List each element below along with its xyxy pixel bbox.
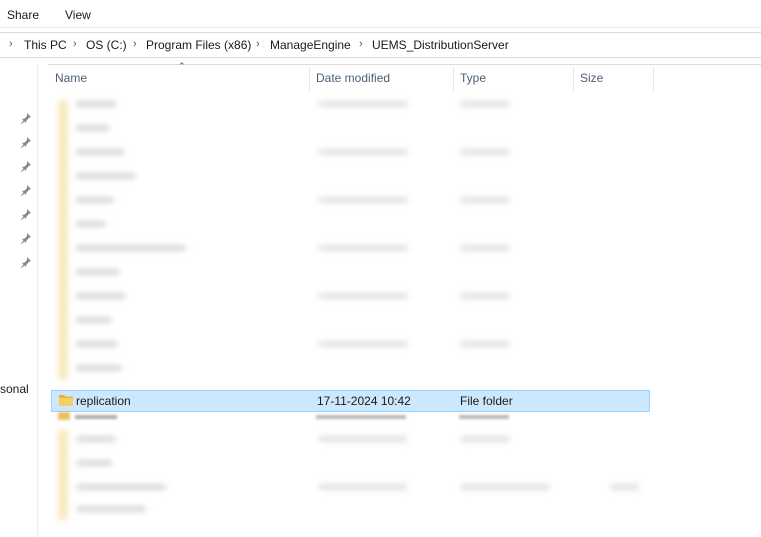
redacted-text xyxy=(316,415,406,419)
chevron-right-icon[interactable]: › xyxy=(133,38,137,50)
file-name: replication xyxy=(76,394,131,408)
column-header-type[interactable]: Type xyxy=(460,71,486,85)
pin-icon[interactable] xyxy=(20,184,32,196)
chevron-right-icon[interactable]: › xyxy=(256,38,260,50)
pin-icon[interactable] xyxy=(20,232,32,244)
folder-icon xyxy=(59,395,73,406)
pin-icon[interactable] xyxy=(20,208,32,220)
column-header-size[interactable]: Size xyxy=(580,71,603,85)
chevron-right-icon[interactable]: › xyxy=(9,38,13,50)
pin-icon[interactable] xyxy=(20,256,32,268)
breadcrumb-os-c[interactable]: OS (C:) xyxy=(86,38,127,52)
file-date-modified: 17-11-2024 10:42 xyxy=(317,394,411,408)
redacted-file-list xyxy=(50,426,660,526)
column-divider[interactable] xyxy=(453,67,454,91)
column-header-name[interactable]: Name xyxy=(55,71,87,85)
ribbon-tab-share[interactable]: Share xyxy=(7,8,39,22)
redacted-text xyxy=(459,415,509,419)
breadcrumb-this-pc[interactable]: This PC xyxy=(24,38,67,52)
breadcrumb-program-files[interactable]: Program Files (x86) xyxy=(146,38,251,52)
column-divider[interactable] xyxy=(573,67,574,91)
column-divider[interactable] xyxy=(309,67,310,91)
redacted-text xyxy=(75,415,117,419)
redacted-file-list xyxy=(50,92,560,386)
column-header-date-modified[interactable]: Date modified xyxy=(316,71,390,85)
pin-icon[interactable] xyxy=(20,160,32,172)
address-bar[interactable]: › This PC › OS (C:) › Program Files (x86… xyxy=(0,32,761,58)
list-item-selected[interactable]: replication 17-11-2024 10:42 File folder xyxy=(51,390,650,412)
ribbon: Share View xyxy=(0,0,761,28)
breadcrumb-uems-distributionserver[interactable]: UEMS_DistributionServer xyxy=(372,38,509,52)
sort-ascending-icon: ⌃ xyxy=(178,61,186,71)
nav-item-partial-label[interactable]: sonal xyxy=(0,382,29,396)
ribbon-tab-view[interactable]: View xyxy=(65,8,91,22)
pin-icon[interactable] xyxy=(20,112,32,124)
folder-icon xyxy=(58,412,70,420)
column-header-row: ⌃ Name Date modified Type Size xyxy=(48,61,761,91)
navigation-pane: sonal xyxy=(0,64,38,537)
pin-icon[interactable] xyxy=(20,136,32,148)
chevron-right-icon[interactable]: › xyxy=(359,38,363,50)
breadcrumb-manageengine[interactable]: ManageEngine xyxy=(270,38,351,52)
column-divider[interactable] xyxy=(653,67,654,91)
list-item-partial xyxy=(51,412,648,420)
file-type: File folder xyxy=(460,394,513,408)
chevron-right-icon[interactable]: › xyxy=(73,38,77,50)
